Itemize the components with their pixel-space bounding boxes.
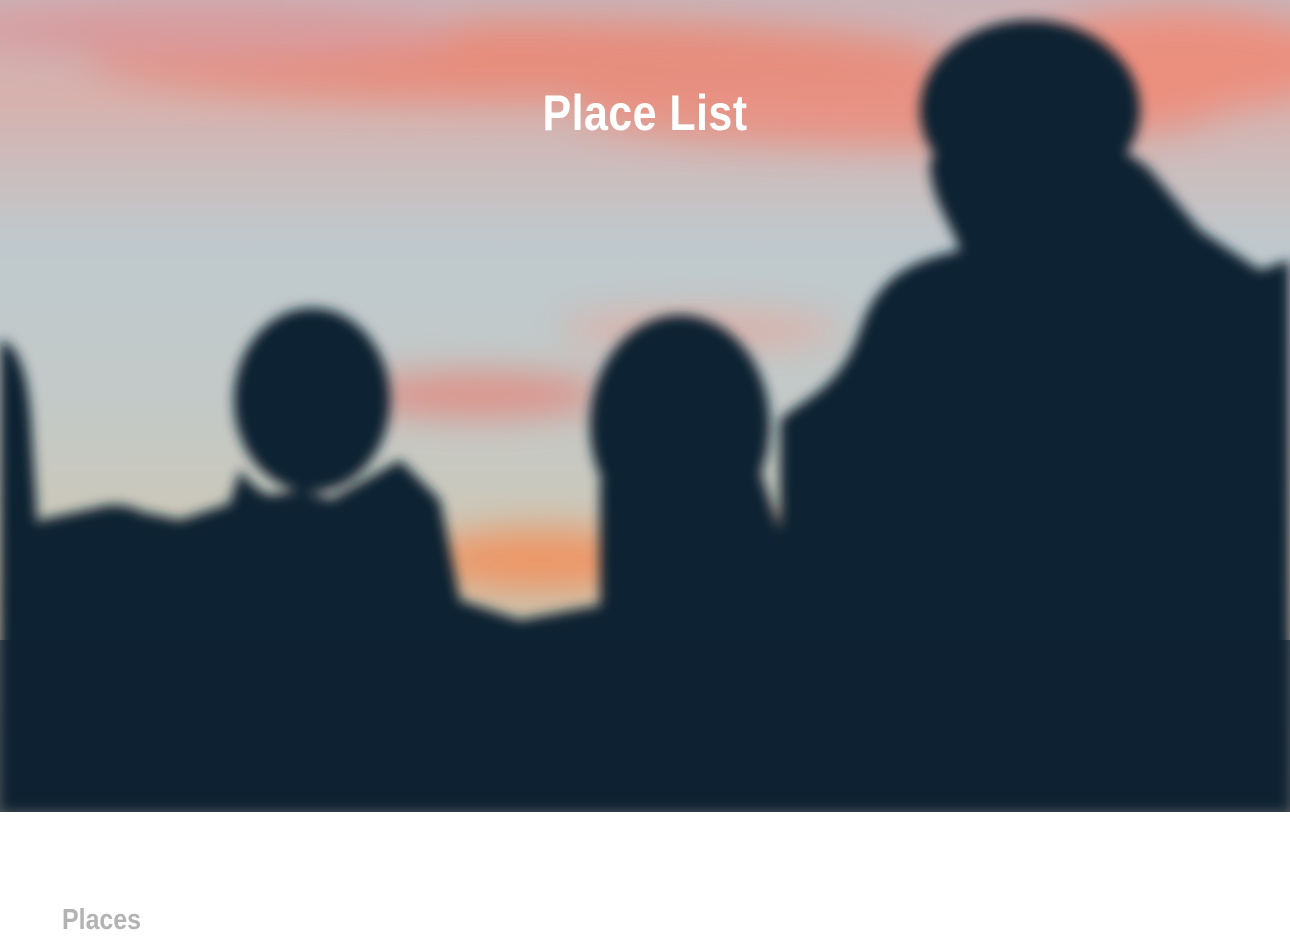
hero-banner: Place List <box>0 0 1290 812</box>
hero-title: Place List <box>542 85 748 141</box>
places-heading: Places <box>62 904 142 936</box>
